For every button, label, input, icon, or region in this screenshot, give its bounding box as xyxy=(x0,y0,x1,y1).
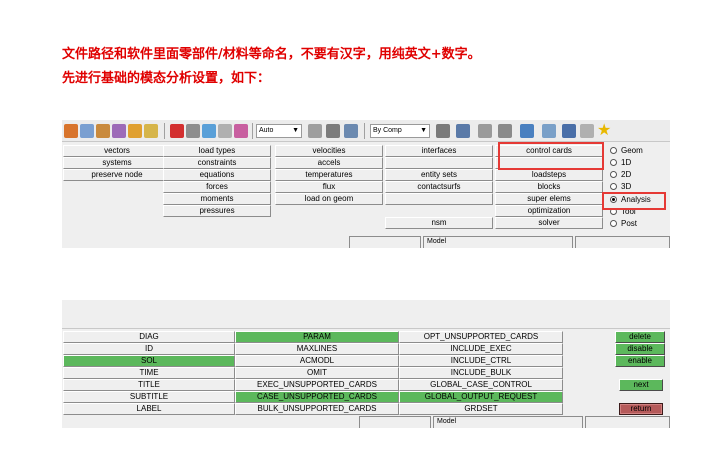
menu-interfaces[interactable]: interfaces xyxy=(385,145,493,157)
mask-icon[interactable] xyxy=(186,124,200,138)
menu-flux[interactable]: flux xyxy=(275,181,383,193)
separator-icon xyxy=(580,124,594,138)
radio-1d[interactable]: 1D xyxy=(610,157,631,169)
shaded-icon[interactable] xyxy=(344,124,358,138)
menu-blocks[interactable]: blocks xyxy=(495,181,603,193)
status-cell-3 xyxy=(575,236,670,248)
line-display-icon[interactable] xyxy=(478,124,492,138)
card-opt-unsupported-cards[interactable]: OPT_UNSUPPORTED_CARDS xyxy=(399,331,563,343)
radio-2d[interactable]: 2D xyxy=(610,169,631,181)
menu-constraints[interactable]: constraints xyxy=(163,157,271,169)
component-icon[interactable] xyxy=(64,124,78,138)
card-label[interactable]: LABEL xyxy=(63,403,235,415)
highlight-analysis xyxy=(602,192,666,210)
menu-forces[interactable]: forces xyxy=(163,181,271,193)
analysis-panel: Auto ▼ By Comp ▼ ★ vectors systems preserv… xyxy=(62,120,670,248)
card-title[interactable]: TITLE xyxy=(63,379,235,391)
card-include-exec[interactable]: INCLUDE_EXEC xyxy=(399,343,563,355)
material-icon[interactable] xyxy=(96,124,110,138)
grid-icon[interactable] xyxy=(542,124,556,138)
menu-pressures[interactable]: pressures xyxy=(163,205,271,217)
radio-post-icon xyxy=(610,220,617,227)
element-display-icon[interactable] xyxy=(436,124,450,138)
menu-equations[interactable]: equations xyxy=(163,169,271,181)
card-subtitle[interactable]: SUBTITLE xyxy=(63,391,235,403)
menu-nsm[interactable]: nsm xyxy=(385,217,493,229)
card-omit[interactable]: OMIT xyxy=(235,367,399,379)
radio-post[interactable]: Post xyxy=(610,218,637,230)
toolbar: Auto ▼ By Comp ▼ ★ xyxy=(62,120,670,142)
radio-2d-icon xyxy=(610,171,617,178)
radio-1d-icon xyxy=(610,159,617,166)
menu-blank-4-4 xyxy=(385,193,493,205)
radio-geom[interactable]: Geom xyxy=(610,145,643,157)
card-diag[interactable]: DIAG xyxy=(63,331,235,343)
color-mode-select[interactable]: By Comp ▼ xyxy=(370,124,430,138)
highlight-control-cards xyxy=(498,142,604,170)
card-include-bulk[interactable]: INCLUDE_BULK xyxy=(399,367,563,379)
load-collector-icon[interactable] xyxy=(128,124,142,138)
menu-blank-4-1 xyxy=(385,157,493,169)
menu-accels[interactable]: accels xyxy=(275,157,383,169)
menu-contactsurfs[interactable]: contactsurfs xyxy=(385,181,493,193)
modal-setup-note: 先进行基础的模态分析设置，如下： xyxy=(62,71,271,86)
status-model: Model xyxy=(423,236,573,248)
find-icon[interactable] xyxy=(202,124,216,138)
display-mode-select[interactable]: Auto ▼ xyxy=(256,124,302,138)
card-exec-unsupported-cards[interactable]: EXEC_UNSUPPORTED_CARDS xyxy=(235,379,399,391)
card-id[interactable]: ID xyxy=(63,343,235,355)
monitor-icon[interactable] xyxy=(562,124,576,138)
menu-velocities[interactable]: velocities xyxy=(275,145,383,157)
property-icon[interactable] xyxy=(112,124,126,138)
card-case-unsupported-cards[interactable]: CASE_UNSUPPORTED_CARDS xyxy=(235,391,399,403)
disable-button[interactable]: disable xyxy=(615,343,665,355)
return-button[interactable]: return xyxy=(619,403,663,415)
card-time[interactable]: TIME xyxy=(63,367,235,379)
delete-icon[interactable] xyxy=(170,124,184,138)
card-global-output-request[interactable]: GLOBAL_OUTPUT_REQUEST xyxy=(399,391,563,403)
menu-solver[interactable]: solver xyxy=(495,217,603,229)
card-acmodl[interactable]: ACMODL xyxy=(235,355,399,367)
card-sol[interactable]: SOL xyxy=(63,355,235,367)
load-step-icon[interactable] xyxy=(144,124,158,138)
next-button[interactable]: next xyxy=(619,379,663,391)
rotate-icon[interactable] xyxy=(308,124,322,138)
control-cards-panel: DIAG ID SOL TIME TITLE SUBTITLE LABEL PA… xyxy=(62,300,670,428)
menu-systems[interactable]: systems xyxy=(63,157,171,169)
assembly-icon[interactable] xyxy=(80,124,94,138)
status-cell-1 xyxy=(349,236,421,248)
menu-super-elems[interactable]: super elems xyxy=(495,193,603,205)
menu-loadsteps[interactable]: loadsteps xyxy=(495,169,603,181)
card-maxlines[interactable]: MAXLINES xyxy=(235,343,399,355)
menu-optimization[interactable]: optimization xyxy=(495,205,603,217)
naming-rule-note: 文件路径和软件里面零部件/材料等命名，不要有汉字，用纯英文+数字。 xyxy=(62,47,481,62)
surface-display-icon[interactable] xyxy=(520,124,534,138)
menu-moments[interactable]: moments xyxy=(163,193,271,205)
tree-icon[interactable] xyxy=(234,124,248,138)
status2-model: Model xyxy=(433,416,583,428)
status2-cell-1 xyxy=(359,416,431,428)
menu-load-on-geom[interactable]: load on geom xyxy=(275,193,383,205)
favorite-star-icon[interactable]: ★ xyxy=(597,121,611,139)
card-bulk-unsupported-cards[interactable]: BULK_UNSUPPORTED_CARDS xyxy=(235,403,399,415)
view-icon[interactable] xyxy=(326,124,340,138)
menu-preserve-node[interactable]: preserve node xyxy=(63,169,171,181)
card-include-ctrl[interactable]: INCLUDE_CTRL xyxy=(399,355,563,367)
status2-cell-3 xyxy=(585,416,670,428)
radio-geom-icon xyxy=(610,147,617,154)
enable-button[interactable]: enable xyxy=(615,355,665,367)
card-param[interactable]: PARAM xyxy=(235,331,399,343)
menu-temperatures[interactable]: temperatures xyxy=(275,169,383,181)
menu-entity-sets[interactable]: entity sets xyxy=(385,169,493,181)
solid-display-icon[interactable] xyxy=(456,124,470,138)
menu-vectors[interactable]: vectors xyxy=(63,145,171,157)
card-global-case-control[interactable]: GLOBAL_CASE_CONTROL xyxy=(399,379,563,391)
display-icon[interactable] xyxy=(218,124,232,138)
radio-3d-icon xyxy=(610,183,617,190)
delete-button[interactable]: delete xyxy=(615,331,665,343)
card-grdset[interactable]: GRDSET xyxy=(399,403,563,415)
wire-display-icon[interactable] xyxy=(498,124,512,138)
menu-load-types[interactable]: load types xyxy=(163,145,271,157)
